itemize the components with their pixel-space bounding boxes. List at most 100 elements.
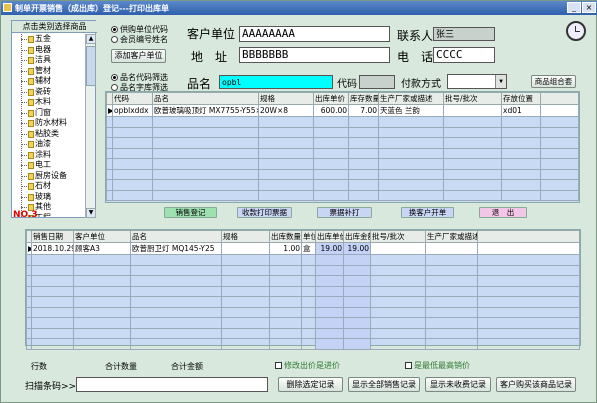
payment-select[interactable]: ▼ [447,74,507,89]
table-row[interactable] [106,137,579,149]
table-cell[interactable] [343,327,371,339]
table-cell[interactable] [370,317,426,329]
table-cell[interactable] [443,168,502,180]
table-cell[interactable] [112,179,153,191]
table-row[interactable] [106,168,579,180]
table-cell[interactable] [313,137,349,149]
table-row[interactable] [26,327,580,339]
table-cell[interactable] [221,285,270,297]
table-cell[interactable] [269,296,302,308]
product-name-input[interactable]: opbl [219,75,333,89]
table-cell[interactable] [221,242,270,255]
low-price-checkbox[interactable]: 是最低最高销价 [405,360,470,371]
table-cell[interactable] [221,317,270,329]
table-cell[interactable] [348,179,379,191]
category-item[interactable]: 门窗 [15,108,85,119]
table-cell[interactable] [258,189,314,201]
table-cell[interactable] [313,189,349,201]
table-cell[interactable] [152,158,259,170]
table-cell[interactable]: 2018.10.29 [31,242,74,255]
table-row[interactable] [106,179,579,191]
table-row[interactable] [106,126,579,138]
table-cell[interactable] [130,275,222,287]
category-item[interactable]: 防水材料 [15,118,85,129]
table-cell[interactable] [258,126,314,138]
column-header[interactable]: 规格 [221,230,270,243]
table-cell[interactable] [221,254,270,266]
table-cell[interactable] [73,254,131,266]
table-cell[interactable] [313,147,349,159]
table-cell[interactable] [301,317,316,329]
table-cell[interactable] [315,275,344,287]
table-row[interactable]: ▶2018.10.29顾客A3欧普厨卫灯 MQ145-Y251.00盒19.00… [26,242,580,255]
column-header[interactable]: 客户单位 [73,230,131,243]
barcode-input[interactable] [76,377,268,392]
table-cell[interactable] [443,116,502,128]
column-header[interactable]: 生产厂家或描述 [378,92,444,105]
table-cell[interactable] [348,116,379,128]
table-cell[interactable] [443,137,502,149]
table-cell[interactable] [130,254,222,266]
column-header[interactable]: 出库单价 [313,92,349,105]
table-row[interactable] [106,189,579,201]
table-cell[interactable] [221,264,270,276]
table-cell[interactable] [425,306,478,318]
table-cell[interactable] [112,189,153,201]
table-cell[interactable] [443,104,502,117]
column-header[interactable]: 品名 [130,230,222,243]
table-cell[interactable]: 1.00 [269,242,302,255]
table-cell[interactable] [370,285,426,297]
column-header[interactable]: 出库金额 [343,230,371,243]
table-cell[interactable] [152,189,259,201]
table-cell[interactable]: 欧普玻璃吸顶灯 MX7755-Y55×3 [152,104,259,117]
show-all-sales-button[interactable]: 显示全部销售记录 [348,377,420,392]
table-cell[interactable] [315,264,344,276]
product-grid[interactable]: 代码品名规格出库单价库存数量生产厂家或描述批号/批次存放位置 ▶opblxddx… [105,91,580,203]
table-cell[interactable] [31,306,74,318]
table-cell[interactable] [130,338,222,350]
table-cell[interactable] [425,275,478,287]
category-item[interactable]: 石材 [15,181,85,192]
table-cell[interactable] [313,168,349,180]
show-unpaid-button[interactable]: 显示未收费记录 [425,377,491,392]
table-cell[interactable] [269,317,302,329]
table-row[interactable] [106,116,579,128]
table-cell[interactable] [269,254,302,266]
chevron-down-icon[interactable]: ▼ [495,75,506,88]
table-cell[interactable] [130,306,222,318]
table-cell[interactable] [112,116,153,128]
table-cell[interactable] [348,137,379,149]
column-header[interactable]: 生产厂家或描述 [425,230,478,243]
table-row[interactable] [26,317,580,329]
table-cell[interactable] [378,179,444,191]
table-cell[interactable] [343,338,371,350]
table-cell[interactable] [73,338,131,350]
table-cell[interactable] [73,327,131,339]
column-header[interactable]: 批号/批次 [443,92,502,105]
table-cell[interactable] [152,168,259,180]
table-cell[interactable] [378,116,444,128]
table-cell[interactable] [315,317,344,329]
table-row[interactable] [26,296,580,308]
column-header[interactable]: 单位 [301,230,316,243]
table-cell[interactable] [301,254,316,266]
exit-button[interactable]: 退 出 [479,207,527,218]
customer-purchase-history-button[interactable]: 客户购买该商品记录 [496,377,576,392]
table-cell[interactable] [221,306,270,318]
address-input[interactable]: BBBBBBB [239,47,390,63]
table-cell[interactable] [152,137,259,149]
product-combo-button[interactable]: 商品组合套 [531,75,576,88]
change-customer-button[interactable]: 换客户开单 [401,207,454,218]
table-cell[interactable] [501,137,541,149]
column-header[interactable]: 规格 [258,92,314,105]
column-header[interactable]: 库存数量 [348,92,379,105]
minimize-button[interactable]: _ [567,2,581,13]
table-cell[interactable] [343,306,371,318]
table-cell[interactable]: 7.00 [348,104,379,117]
table-cell[interactable] [258,168,314,180]
table-cell[interactable] [130,296,222,308]
table-cell[interactable] [370,254,426,266]
phone-input[interactable]: CCCC [433,47,495,63]
table-cell[interactable] [343,254,371,266]
table-cell[interactable] [343,275,371,287]
